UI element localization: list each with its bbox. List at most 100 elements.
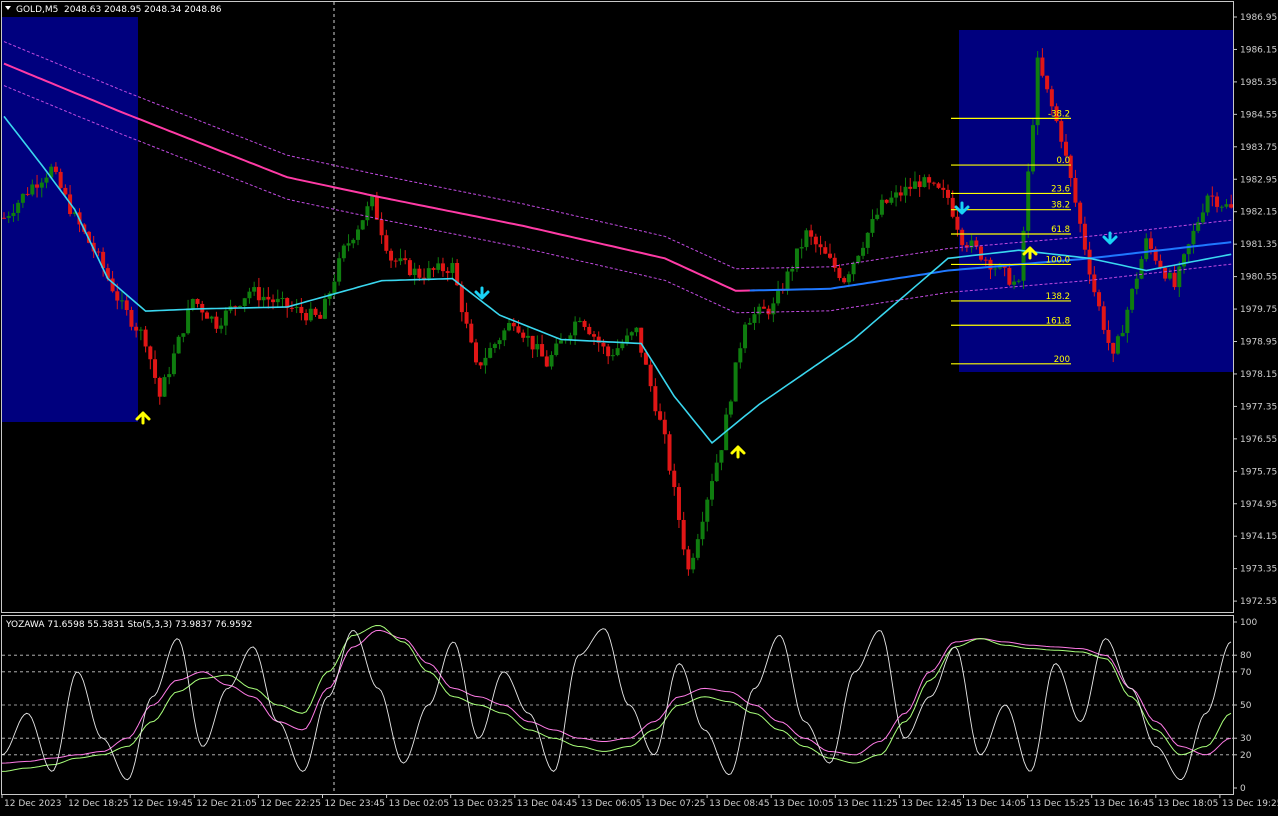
bull-candle <box>262 297 266 300</box>
bull-candle <box>852 263 856 275</box>
bull-candle <box>870 219 874 233</box>
y-tick-label: 1985.35 <box>1240 78 1277 88</box>
bull-candle <box>361 220 365 229</box>
bear-candle <box>842 278 846 282</box>
x-tick-label: 13 Dec 16:45 <box>1094 799 1155 809</box>
bear-candle <box>153 359 157 378</box>
bull-candle <box>370 196 374 206</box>
bear-candle <box>1064 142 1068 156</box>
bull-candle <box>342 246 346 259</box>
bull-candle <box>177 337 181 354</box>
y-tick-label: 1978.95 <box>1240 338 1277 348</box>
trading-chart[interactable]: -38.20.023.638.261.8100.0138.2161.8200 1… <box>0 0 1278 812</box>
bear-candle <box>1040 58 1044 76</box>
bull-candle <box>365 206 369 220</box>
bear-candle <box>144 330 148 347</box>
bull-candle <box>804 230 808 247</box>
bull-candle <box>139 330 143 331</box>
symbol-label: GOLD,M5 <box>16 5 58 15</box>
bull-candle <box>162 377 166 397</box>
bear-candle <box>257 287 261 300</box>
bull-candle <box>219 326 223 329</box>
y-tick-label: 1986.95 <box>1240 13 1277 23</box>
bull-candle <box>1022 231 1026 281</box>
y-tick-label: 1976.55 <box>1240 435 1277 445</box>
bear-candle <box>408 260 412 275</box>
bull-candle <box>295 307 299 308</box>
bull-candle <box>866 233 870 248</box>
bear-candle <box>668 434 672 470</box>
bear-candle <box>115 291 119 300</box>
bull-candle <box>483 358 487 366</box>
x-tick-label: 13 Dec 11:25 <box>837 799 898 809</box>
bull-candle <box>1017 281 1021 282</box>
bear-candle <box>474 342 478 362</box>
bear-candle <box>63 188 67 195</box>
bull-candle <box>502 330 506 340</box>
x-tick-label: 13 Dec 14:05 <box>966 799 1027 809</box>
bull-candle <box>1036 58 1040 126</box>
bull-candle <box>238 306 242 307</box>
bear-candle <box>417 269 421 278</box>
bear-candle <box>932 183 936 184</box>
bull-candle <box>1026 171 1030 230</box>
bull-candle <box>894 192 898 197</box>
y-tick-label: 1977.35 <box>1240 402 1277 412</box>
bull-candle <box>913 181 917 188</box>
chart-canvas[interactable]: -38.20.023.638.261.8100.0138.2161.8200 1… <box>0 0 1278 812</box>
bull-candle <box>493 344 497 348</box>
bull-candle <box>507 323 511 330</box>
bear-candle <box>394 261 398 262</box>
bear-candle <box>384 235 388 251</box>
bear-candle <box>592 334 596 337</box>
bear-candle <box>59 172 63 188</box>
bear-candle <box>545 356 549 366</box>
bull-candle <box>691 558 695 570</box>
bull-candle <box>224 311 228 326</box>
bull-candle <box>1191 231 1195 244</box>
bear-candle <box>432 268 436 270</box>
bear-candle <box>649 365 653 386</box>
bull-candle <box>30 184 34 194</box>
bull-candle <box>729 401 733 414</box>
x-tick-label: 12 Dec 23:45 <box>325 799 386 809</box>
bear-candle <box>26 194 30 195</box>
bear-candle <box>1106 330 1110 343</box>
bull-candle <box>705 500 709 522</box>
bear-candle <box>762 307 766 309</box>
bear-candle <box>299 307 303 313</box>
bull-candle <box>498 340 502 344</box>
fib-level-label: 161.8 <box>1046 316 1070 326</box>
bull-candle <box>1121 333 1125 336</box>
bear-candle <box>196 299 200 304</box>
bull-candle <box>1206 196 1210 213</box>
bear-candle <box>686 549 690 569</box>
y-tick-label: 1979.75 <box>1240 305 1277 315</box>
bull-candle <box>16 203 20 213</box>
bear-candle <box>2 218 6 219</box>
bear-candle <box>205 312 209 318</box>
bull-candle <box>875 215 879 219</box>
y-tick-label: 1982.15 <box>1240 208 1277 218</box>
bear-candle <box>1045 76 1049 90</box>
bear-candle <box>1059 121 1063 142</box>
bull-candle <box>436 263 440 270</box>
bear-candle <box>446 271 450 273</box>
x-tick-label: 12 Dec 19:45 <box>132 799 193 809</box>
y-tick-label: 1975.75 <box>1240 467 1277 477</box>
bull-candle <box>21 194 25 203</box>
bull-candle <box>1130 289 1134 310</box>
bull-candle <box>738 348 742 362</box>
y-tick-label: 1986.15 <box>1240 45 1277 55</box>
bull-candle <box>550 355 554 367</box>
bear-candle <box>951 198 955 217</box>
bull-candle <box>186 308 190 333</box>
bull-candle <box>786 272 790 291</box>
symbol-header[interactable]: GOLD,M5 2048.63 2048.95 2048.34 2048.86 <box>5 5 222 15</box>
bear-candle <box>96 251 100 252</box>
bear-candle <box>158 378 162 397</box>
y-tick-label: 1973.35 <box>1240 565 1277 575</box>
bear-candle <box>682 520 686 549</box>
bull-candle <box>568 335 572 339</box>
y-tick-label: 1981.35 <box>1240 240 1277 250</box>
